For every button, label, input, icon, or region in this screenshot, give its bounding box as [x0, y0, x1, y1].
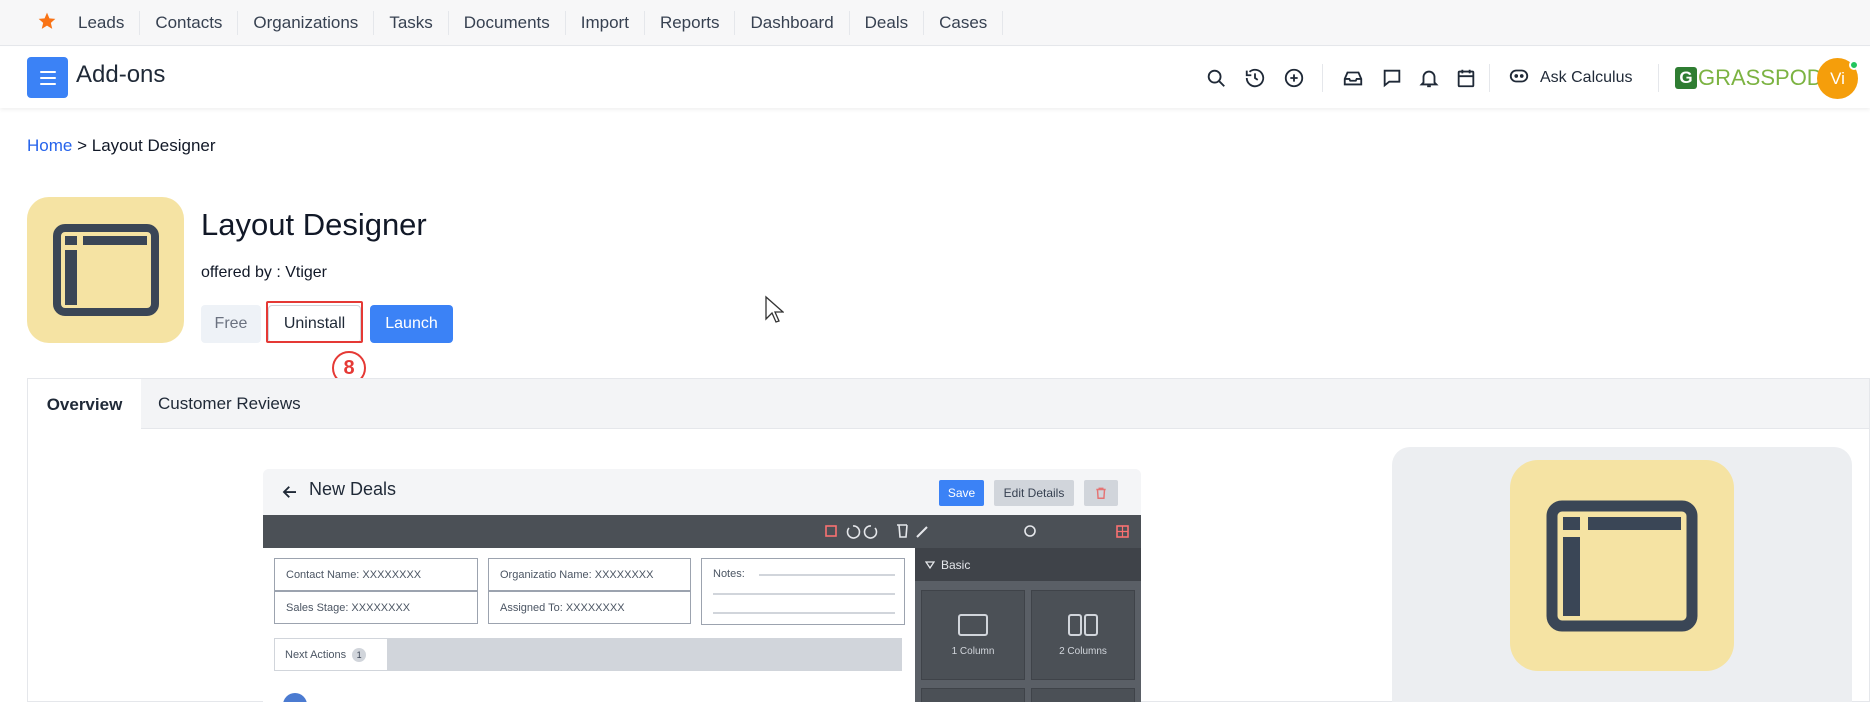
- preview-notes-label: Notes:: [713, 568, 745, 580]
- chat-icon[interactable]: [1379, 65, 1405, 91]
- page-title: Add-ons: [76, 61, 166, 88]
- preview-assigned-field: Assigned To: XXXXXXXX: [488, 591, 691, 624]
- tab-bar: Overview Customer Reviews: [28, 379, 1869, 430]
- header-divider: [1489, 64, 1490, 92]
- preview-title: New Deals: [309, 479, 397, 499]
- addon-publisher: offered by : Vtiger: [201, 264, 327, 281]
- addon-logo: [27, 197, 184, 343]
- preview-notes-field: Notes:: [701, 558, 905, 625]
- layout-icon: [1546, 500, 1698, 631]
- calendar-icon[interactable]: [1453, 65, 1479, 91]
- breadcrumb-separator: >: [72, 136, 92, 155]
- header-divider: [1658, 64, 1659, 92]
- brand-logo: G GRASSPODS: [1675, 63, 1837, 93]
- preview-toolbar-icons: [825, 524, 1129, 539]
- inbox-icon[interactable]: [1340, 65, 1366, 91]
- preview-avatar: [283, 693, 307, 702]
- nav-item-organizations[interactable]: Organizations: [238, 11, 375, 35]
- nav-item-deals[interactable]: Deals: [850, 11, 925, 35]
- one-column-icon: [958, 613, 988, 636]
- triangle-down-icon: [925, 561, 935, 570]
- app-header: Add-ons Ask Calculus G GRASSPODS Vi: [0, 47, 1870, 108]
- preview-next-actions-tab: Next Actions 1: [274, 638, 388, 671]
- preview-next-actions-count: 1: [352, 647, 367, 662]
- two-columns-icon: [1068, 613, 1098, 636]
- brand-mark-icon: G: [1675, 67, 1697, 89]
- tab-overview[interactable]: Overview: [28, 379, 141, 430]
- launch-button[interactable]: Launch: [370, 305, 453, 343]
- preview-toolbar: [263, 515, 1141, 548]
- breadcrumb: Home > Layout Designer: [27, 136, 216, 156]
- star-icon[interactable]: [37, 11, 57, 31]
- nav-item-import[interactable]: Import: [566, 11, 645, 35]
- preview-sidebar: Basic 1 Column 2 Columns: [915, 548, 1141, 702]
- back-arrow-icon: [281, 483, 299, 506]
- preview-sidebar-heading: Basic: [915, 548, 1141, 581]
- module-nav: Leads Contacts Organizations Tasks Docum…: [0, 0, 1870, 46]
- preview-two-columns-label: 2 Columns: [1059, 645, 1107, 657]
- layout-icon: [52, 224, 159, 316]
- hamburger-menu-button[interactable]: [27, 57, 68, 98]
- nav-item-leads[interactable]: Leads: [66, 11, 141, 35]
- avatar-initials: Vi: [1830, 68, 1845, 88]
- history-icon[interactable]: [1242, 65, 1268, 91]
- preview-save-button: Save: [939, 480, 984, 506]
- ask-calculus-label: Ask Calculus: [1540, 69, 1633, 86]
- nav-item-tasks[interactable]: Tasks: [374, 11, 449, 35]
- nav-item-contacts[interactable]: Contacts: [140, 11, 239, 35]
- preview-two-columns-tile: 2 Columns: [1031, 590, 1135, 680]
- preview-form: Contact Name: XXXXXXXX Sales Stage: XXXX…: [263, 548, 915, 702]
- breadcrumb-home-link[interactable]: Home: [27, 136, 72, 155]
- online-status-dot: [1849, 60, 1859, 70]
- preview-edit-button: Edit Details: [994, 480, 1074, 506]
- header-divider: [1322, 64, 1323, 92]
- addon-preview-image: New Deals Save Edit Details Contact Name…: [263, 469, 1141, 702]
- preview-next-actions-label: Next Actions: [285, 648, 347, 661]
- mouse-cursor-icon: [764, 295, 785, 330]
- preview-next-actions: Next Actions 1: [274, 638, 902, 671]
- trash-icon: [1084, 480, 1118, 506]
- search-icon[interactable]: [1203, 65, 1229, 91]
- nav-item-dashboard[interactable]: Dashboard: [735, 11, 850, 35]
- module-nav-items: Leads Contacts Organizations Tasks Docum…: [66, 0, 1004, 46]
- add-circle-icon[interactable]: [1281, 65, 1307, 91]
- ask-calculus-button[interactable]: Ask Calculus: [1508, 64, 1632, 92]
- preview-tile: [1031, 688, 1135, 702]
- bot-icon: [1508, 65, 1530, 92]
- tab-customer-reviews[interactable]: Customer Reviews: [158, 379, 301, 429]
- bell-icon[interactable]: [1416, 65, 1442, 91]
- preview-tile: [921, 688, 1025, 702]
- nav-item-cases[interactable]: Cases: [924, 11, 1004, 35]
- nav-item-documents[interactable]: Documents: [449, 11, 566, 35]
- price-badge: Free: [201, 305, 261, 343]
- preview-one-column-tile: 1 Column: [921, 590, 1025, 680]
- preview-header: New Deals Save Edit Details: [263, 469, 1141, 515]
- annotation-highlight: [266, 301, 363, 343]
- nav-item-reports[interactable]: Reports: [645, 11, 736, 35]
- preview-sidebar-heading-label: Basic: [941, 557, 971, 572]
- user-avatar[interactable]: Vi: [1817, 58, 1859, 99]
- preview-contact-field: Contact Name: XXXXXXXX: [274, 558, 478, 591]
- preview-one-column-label: 1 Column: [951, 645, 995, 657]
- addon-title: Layout Designer: [201, 207, 427, 242]
- preview-organization-field: Organizatio Name: XXXXXXXX: [488, 558, 691, 591]
- addon-large-logo: [1510, 460, 1734, 671]
- addon-icon-card: [1392, 447, 1852, 702]
- preview-sales-stage-field: Sales Stage: XXXXXXXX: [274, 591, 478, 624]
- breadcrumb-current: Layout Designer: [91, 136, 216, 155]
